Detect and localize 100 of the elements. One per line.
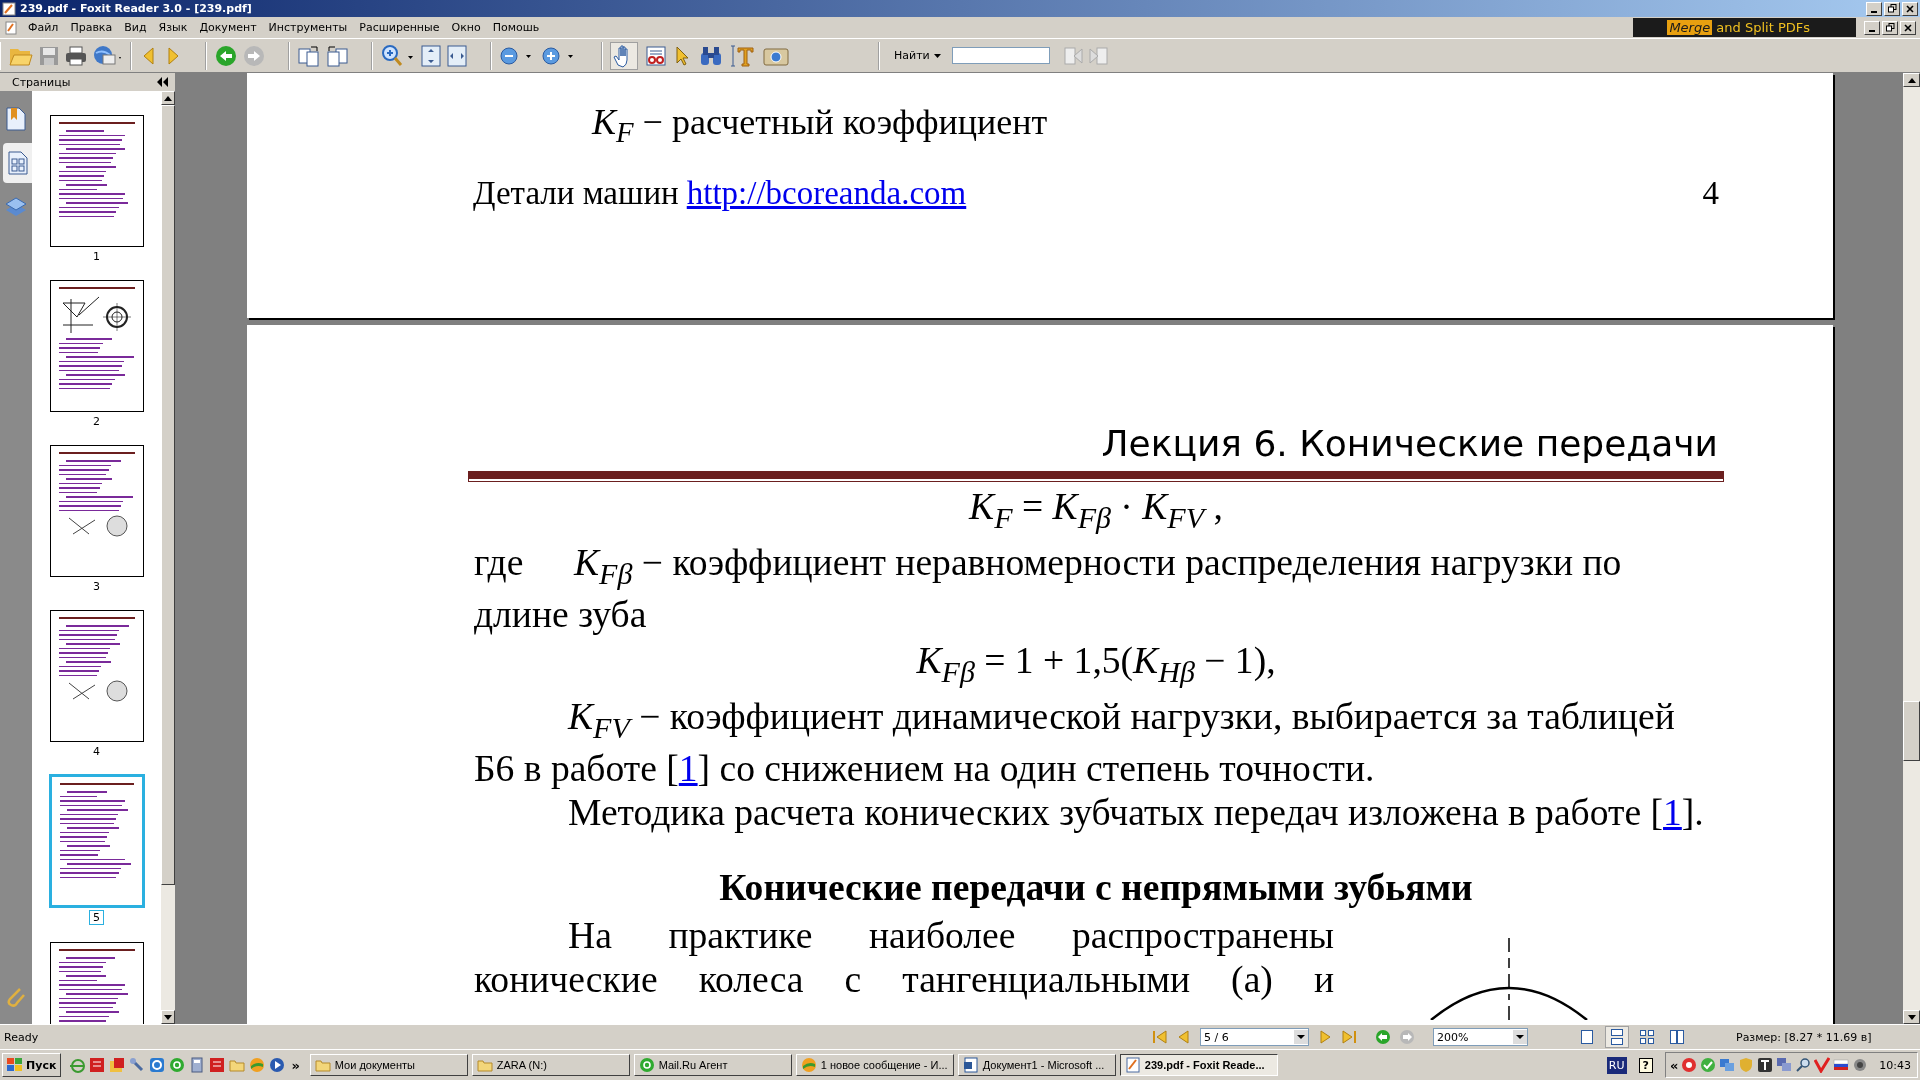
- restore-button[interactable]: [1884, 1, 1900, 16]
- help-button[interactable]: ?: [1638, 1057, 1653, 1073]
- bookmark-icon: [6, 107, 26, 131]
- pdf-file-icon: [1124, 1057, 1141, 1073]
- page-thumbnail[interactable]: [49, 280, 144, 412]
- paperclip-icon[interactable]: [6, 986, 26, 1008]
- reference-link[interactable]: 1: [678, 748, 698, 789]
- print-icon[interactable]: [65, 45, 87, 66]
- down-arrow-icon: [164, 1014, 172, 1020]
- taskbar-button[interactable]: Документ1 - Microsoft ...: [957, 1054, 1116, 1076]
- fit-width-icon[interactable]: [447, 44, 467, 67]
- zoom-in-icon[interactable]: [381, 43, 415, 68]
- start-button[interactable]: Пуск: [2, 1053, 62, 1077]
- app-icon[interactable]: [149, 1057, 166, 1073]
- binoculars-icon[interactable]: [699, 44, 723, 67]
- at-sign-icon[interactable]: [169, 1057, 186, 1073]
- footer-link[interactable]: http://bcoreanda.com: [686, 175, 967, 212]
- view-mode-button[interactable]: [1606, 1027, 1628, 1047]
- menu-item[interactable]: Расширенные: [353, 21, 446, 34]
- magnifier-icon[interactable]: [1795, 1057, 1812, 1073]
- cursor-icon[interactable]: [675, 44, 691, 67]
- text-tool-icon[interactable]: [731, 44, 755, 67]
- app-icon[interactable]: [89, 1057, 106, 1073]
- footer-text: Детали машин: [473, 175, 679, 212]
- window-title: 239.pdf - Foxit Reader 3.0 - [239.pdf]: [20, 2, 252, 15]
- speaker-icon[interactable]: [1852, 1057, 1869, 1073]
- target-icon[interactable]: [1681, 1057, 1698, 1073]
- check-icon[interactable]: [1700, 1057, 1717, 1073]
- app-icon[interactable]: [209, 1057, 226, 1073]
- advert-banner[interactable]: Merge and Split PDFs: [1633, 18, 1856, 37]
- zoom-field[interactable]: 200%: [1433, 1028, 1528, 1046]
- page-header: Лекция 6. Конические передачи: [1100, 423, 1718, 464]
- formula: K$_{F}$ = K$_{Fβ}$ · K$_{FV}$ ,: [967, 485, 1224, 533]
- page-thumbnail[interactable]: [49, 610, 144, 742]
- page-thumbnail[interactable]: [49, 445, 144, 577]
- app-icon[interactable]: [109, 1057, 126, 1073]
- at-sign-icon: [638, 1057, 655, 1073]
- page-number-field[interactable]: 5 / 6: [1200, 1028, 1309, 1046]
- hand-icon[interactable]: [611, 42, 637, 69]
- taskbar-button[interactable]: ZARA (N:): [471, 1054, 630, 1076]
- restore-button[interactable]: [1882, 20, 1898, 35]
- page-number: 4: [92, 745, 101, 758]
- clock: 10:43: [1879, 1058, 1911, 1072]
- page-thumbnail[interactable]: [49, 775, 144, 907]
- close-button[interactable]: [1900, 20, 1916, 35]
- more-button[interactable]: »: [289, 1057, 302, 1073]
- up-arrow-icon: [164, 95, 172, 101]
- camera-icon[interactable]: [763, 45, 789, 66]
- wrench-icon[interactable]: [129, 1057, 146, 1073]
- menu-item[interactable]: Язык: [152, 21, 194, 34]
- up-arrow-icon: [1907, 77, 1916, 83]
- menu-item[interactable]: Правка: [64, 21, 119, 34]
- down-arrow-icon: [1907, 1014, 1916, 1020]
- minimize-button[interactable]: [1864, 20, 1880, 35]
- globe-mail-icon[interactable]: [93, 44, 123, 67]
- rotate-page-icon[interactable]: [298, 44, 320, 67]
- fit-page-icon[interactable]: [421, 44, 441, 67]
- section-heading: Конические передачи с непрямыми зубьями: [718, 867, 1474, 908]
- t-icon[interactable]: [1757, 1057, 1774, 1073]
- menu-item[interactable]: Вид: [118, 21, 153, 34]
- play-icon[interactable]: [269, 1057, 286, 1073]
- close-button[interactable]: [1902, 1, 1918, 16]
- taskbar-button[interactable]: Mail.Ru Агент: [633, 1054, 792, 1076]
- panel-tab[interactable]: [3, 143, 32, 183]
- collapse-icon[interactable]: [157, 77, 169, 87]
- browser-icon[interactable]: [69, 1057, 86, 1073]
- page-number: 1: [92, 250, 101, 263]
- back-icon[interactable]: [1375, 1029, 1391, 1045]
- dropdown-arrow-icon[interactable]: [933, 52, 942, 59]
- rotate-page-icon[interactable]: [326, 44, 348, 67]
- calculator-icon[interactable]: [189, 1057, 206, 1073]
- minimize-button[interactable]: [1866, 1, 1882, 16]
- menu-item[interactable]: Помошь: [486, 21, 546, 34]
- checkmark-icon[interactable]: [1814, 1057, 1831, 1073]
- scroll-down-button[interactable]: [1903, 1010, 1920, 1024]
- panel-title: Страницы: [12, 75, 71, 89]
- find-field[interactable]: [951, 47, 1050, 64]
- menu-item[interactable]: Инструменты: [262, 21, 354, 34]
- menu-item[interactable]: Документ: [193, 21, 263, 34]
- language-indicator[interactable]: RU: [1606, 1056, 1627, 1074]
- taskbar-button[interactable]: Мои документы: [309, 1054, 468, 1076]
- menu-item[interactable]: Окно: [445, 21, 487, 34]
- taskbar-button[interactable]: 1 новое сообщение - И...: [795, 1054, 954, 1076]
- formula-line: K$_{F}$ − расчетный коэффициент: [590, 101, 1049, 149]
- scroll-up-button[interactable]: [161, 91, 175, 105]
- document-icon: [4, 20, 18, 35]
- minimize-icon: [1869, 29, 1875, 32]
- network-icon[interactable]: [1719, 1057, 1736, 1073]
- select-text-icon[interactable]: [645, 44, 667, 67]
- reference-link[interactable]: 1: [1663, 792, 1682, 833]
- expand-tray-button[interactable]: «: [1669, 1057, 1679, 1073]
- scroll-down-button[interactable]: [161, 1010, 175, 1024]
- back-icon[interactable]: [215, 44, 237, 67]
- windows-logo-icon: [7, 1058, 23, 1072]
- flag-icon[interactable]: [1833, 1057, 1850, 1073]
- page-thumbnail[interactable]: [49, 115, 144, 247]
- scroll-up-button[interactable]: [1903, 73, 1920, 87]
- restore-icon: [1887, 4, 1897, 13]
- menu-item[interactable]: Файл: [22, 21, 65, 34]
- taskbar-button[interactable]: 239.pdf - Foxit Reade...: [1119, 1054, 1278, 1076]
